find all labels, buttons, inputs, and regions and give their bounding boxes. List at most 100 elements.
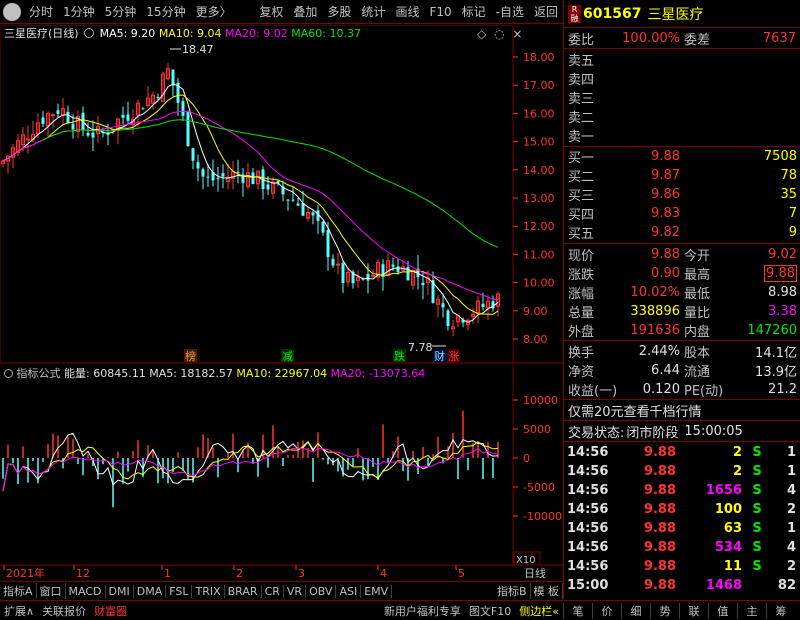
- period-5min-button[interactable]: 5分钟: [100, 0, 142, 23]
- tab-chips[interactable]: 筹: [766, 602, 795, 619]
- period-label[interactable]: 日线: [524, 566, 546, 580]
- back-button[interactable]: 返回: [529, 0, 563, 23]
- stat-value: 147260: [747, 323, 797, 338]
- weibi-value: 100.00%: [622, 31, 680, 46]
- candle-body: [371, 274, 375, 277]
- stat-value: 9.88: [764, 265, 797, 282]
- close-icon[interactable]: ×: [512, 27, 522, 41]
- tick-row: 14:56 9.88 1656 S 4: [564, 481, 800, 500]
- reset-icon[interactable]: ◌: [494, 27, 504, 41]
- stat-label: 量比: [684, 306, 711, 321]
- indicator-tab-brar[interactable]: BRAR: [225, 584, 262, 598]
- stock-code[interactable]: 601567: [583, 6, 641, 22]
- tab-detail[interactable]: 细: [621, 602, 650, 619]
- indicator-tab-dma[interactable]: DMA: [134, 584, 167, 598]
- tag-list-icon[interactable]: 榜: [185, 349, 196, 363]
- indicator-menu-icon[interactable]: [4, 369, 13, 378]
- price-tick-label: 15.00: [523, 136, 555, 149]
- indicator-tab-a[interactable]: 指标A: [0, 583, 37, 599]
- tick-row: 14:56 9.88 534 S 4: [564, 538, 800, 557]
- candle-body: [156, 96, 160, 98]
- sell-level-row: 卖五: [564, 50, 800, 69]
- tab-value[interactable]: 值: [708, 602, 737, 619]
- indicator-tab-window[interactable]: 窗口: [37, 583, 66, 599]
- indicator-tab-cr[interactable]: CR: [262, 584, 284, 598]
- quote-tabs: 笔 价 细 势 联 值 主 筹: [563, 601, 800, 620]
- promo-text[interactable]: 仅需20元查看千档行情: [564, 401, 702, 420]
- candle-body: [51, 114, 55, 117]
- statistics-button[interactable]: 统计: [356, 0, 390, 23]
- tab-trend[interactable]: 势: [650, 602, 679, 619]
- diamond-icon[interactable]: ◇: [477, 27, 486, 41]
- tick-volume: 1656: [705, 483, 742, 498]
- promo-row[interactable]: 仅需20元查看千档行情: [564, 401, 800, 420]
- indicator-tab-macd[interactable]: MACD: [66, 584, 106, 598]
- buy-level-volume: 9: [788, 225, 797, 240]
- f10-button[interactable]: F10: [424, 0, 456, 23]
- buy-level-label: 买四: [568, 208, 595, 223]
- indicator-tab-vr[interactable]: VR: [284, 584, 307, 598]
- wealth-circle-button[interactable]: 财富圈: [90, 603, 131, 619]
- multi-stock-button[interactable]: 多股: [322, 0, 356, 23]
- period-intraday-button[interactable]: 分时: [24, 0, 58, 23]
- price-tick-label: 14.00: [523, 164, 555, 177]
- indicator-tab-fsl[interactable]: FSL: [166, 584, 193, 598]
- expand-button[interactable]: 扩展∧: [0, 603, 38, 619]
- tag-finance-icon[interactable]: 财: [434, 349, 445, 363]
- buy-level-label: 买五: [568, 227, 595, 242]
- buy-level-label: 买一: [568, 151, 595, 166]
- sidebar-toggle-button[interactable]: 侧边栏«: [515, 603, 563, 619]
- buy-level-row: 买三 9.86 35: [564, 185, 800, 204]
- indicator-formula-button[interactable]: 指标公式: [17, 367, 61, 380]
- legend-ma10: MA10: 9.04: [158, 27, 222, 40]
- status-time: 15:00:05: [684, 424, 743, 439]
- buy-level-volume: 7: [788, 206, 797, 221]
- indicator-tab-template[interactable]: 模 板: [531, 583, 563, 599]
- remove-watchlist-button[interactable]: -自选: [491, 0, 529, 23]
- stock-name[interactable]: 三星医疗: [647, 4, 703, 24]
- tab-main[interactable]: 主: [737, 602, 766, 619]
- buy-level-row: 买四 9.83 7: [564, 204, 800, 223]
- kline-chart[interactable]: 18.0017.0016.0015.0014.0013.0012.0011.00…: [0, 25, 563, 581]
- f10-graphic-button[interactable]: 图文F10: [465, 603, 515, 619]
- tab-related[interactable]: 联: [679, 602, 708, 619]
- legend-energy-ma20: MA20: -13073.64: [330, 367, 426, 380]
- candle-body: [41, 117, 45, 124]
- related-quote-button[interactable]: 关联报价: [38, 603, 90, 619]
- sell-level-label: 卖二: [568, 111, 595, 126]
- draw-line-button[interactable]: 画线: [390, 0, 424, 23]
- period-more-button[interactable]: 更多〉: [191, 0, 237, 23]
- mark-button[interactable]: 标记: [457, 0, 491, 23]
- indicator-tab-emv[interactable]: EMV: [361, 584, 393, 598]
- tick-price: 9.88: [643, 502, 676, 517]
- new-user-promo-link[interactable]: 新用户福利专享: [380, 603, 465, 619]
- quote-stat-row: 涨幅 10.02% 最低 8.98: [564, 283, 800, 302]
- tag-fall-icon[interactable]: 跌: [394, 349, 405, 363]
- indicator-tab-dmi[interactable]: DMI: [106, 584, 134, 598]
- tag-reduce-icon[interactable]: 减: [282, 350, 293, 363]
- tag-rise-icon[interactable]: 涨: [448, 350, 459, 363]
- stat-label: 现价: [568, 249, 595, 264]
- stock-period-title[interactable]: 三星医疗(日线): [4, 27, 79, 40]
- period-15min-button[interactable]: 15分钟: [141, 0, 190, 23]
- settings-icon[interactable]: [84, 28, 95, 38]
- tick-count: 1: [786, 521, 796, 536]
- stat-label: 涨幅: [568, 287, 595, 302]
- tick-volume: 100: [714, 502, 742, 517]
- price-tick-label: 13.00: [523, 192, 555, 205]
- price-tick-label: 11.00: [523, 248, 555, 261]
- overlay-button[interactable]: 叠加: [288, 0, 322, 23]
- tick-side: S: [752, 559, 762, 574]
- period-1min-button[interactable]: 1分钟: [58, 0, 100, 23]
- indicator-tab-asi[interactable]: ASI: [336, 584, 362, 598]
- ma5-line: [2, 83, 499, 323]
- indicator-tab-trix[interactable]: TRIX: [192, 584, 225, 598]
- indicator-tab-b[interactable]: 指标B: [494, 583, 531, 599]
- adjust-button[interactable]: 复权: [254, 0, 288, 23]
- candle-body: [186, 111, 190, 146]
- status-label: 交易状态:: [568, 426, 625, 441]
- indicator-tab-obv[interactable]: OBV: [306, 584, 337, 598]
- tick-volume: 2: [732, 445, 742, 460]
- tab-trades[interactable]: 笔: [563, 602, 592, 619]
- tab-price[interactable]: 价: [592, 602, 621, 619]
